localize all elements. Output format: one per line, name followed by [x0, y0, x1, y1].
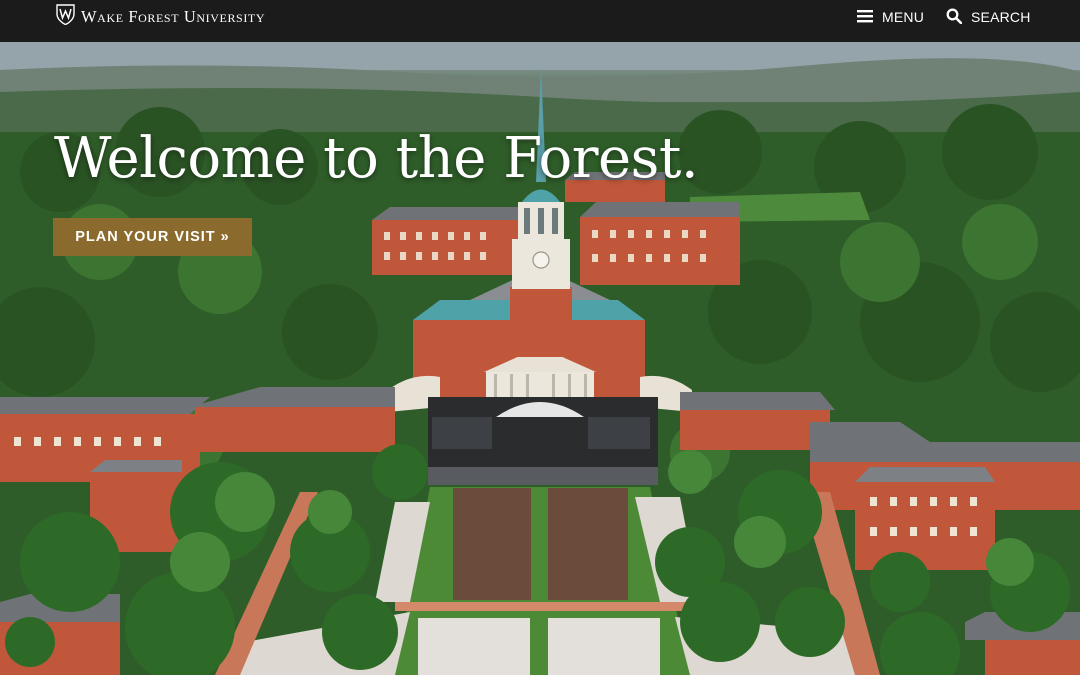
hamburger-icon — [857, 8, 873, 27]
hero-title: Welcome to the Forest. — [54, 126, 699, 191]
university-logo-link[interactable]: Wake Forest University — [56, 4, 266, 30]
hero-banner: Welcome to the Forest. PLAN YOUR VISIT » — [0, 42, 1080, 675]
university-name: Wake Forest University — [81, 7, 266, 26]
search-label: SEARCH — [971, 9, 1031, 25]
menu-label: MENU — [882, 9, 925, 25]
plan-your-visit-button[interactable]: PLAN YOUR VISIT » — [53, 218, 252, 256]
top-navigation-bar: Wake Forest University MENU SEARCH — [0, 0, 1080, 42]
shield-logo-icon — [56, 4, 75, 30]
magnifier-icon — [946, 8, 963, 27]
search-button[interactable]: SEARCH — [946, 8, 1031, 26]
menu-button[interactable]: MENU — [857, 8, 924, 26]
